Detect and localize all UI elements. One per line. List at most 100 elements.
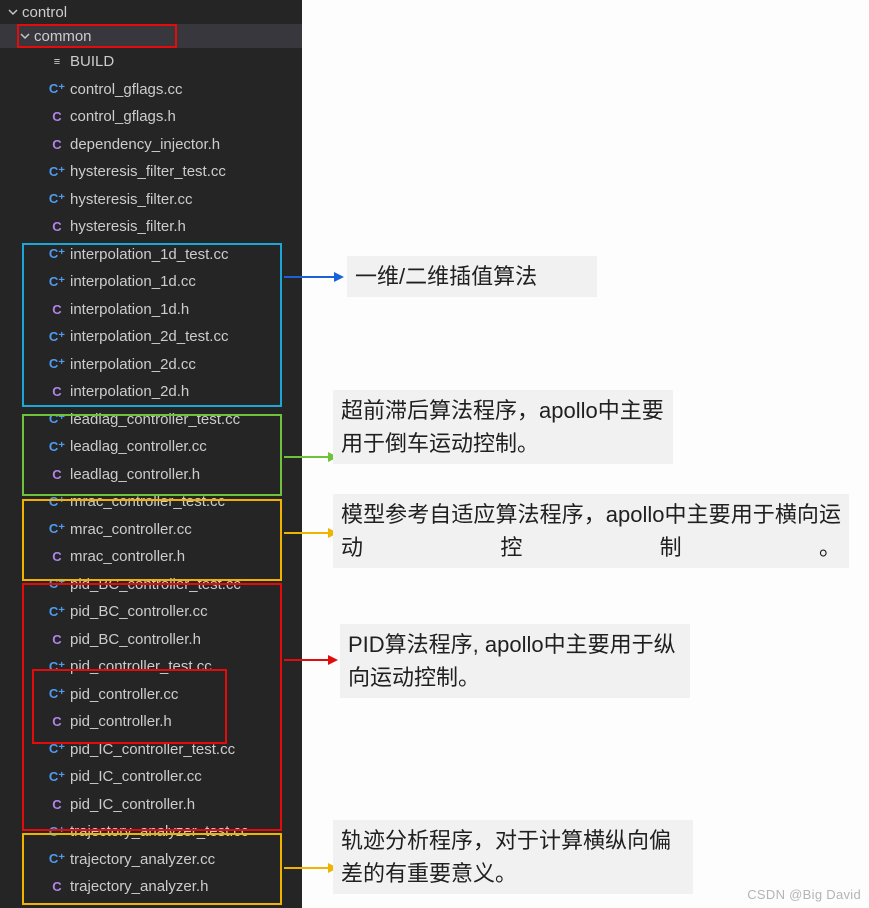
file-row[interactable]: C⁺control_gflags.cc [0, 76, 302, 104]
file-row[interactable]: C⁺interpolation_2d.cc [0, 351, 302, 379]
cpp-icon: C⁺ [48, 411, 66, 427]
file-row[interactable]: C⁺leadlag_controller.cc [0, 433, 302, 461]
file-row[interactable]: Cinterpolation_2d.h [0, 378, 302, 406]
file-row[interactable]: C⁺pid_IC_controller.cc [0, 763, 302, 791]
header-icon: C [48, 879, 66, 894]
file-label: BUILD [70, 53, 114, 70]
build-icon: ≡ [48, 56, 66, 68]
file-label: hysteresis_filter.h [70, 218, 186, 235]
file-row[interactable]: Cpid_controller.h [0, 708, 302, 736]
file-row[interactable]: C⁺mrac_controller.cc [0, 516, 302, 544]
file-label: pid_BC_controller_test.cc [70, 576, 241, 593]
file-row[interactable]: C⁺leadlag_controller_test.cc [0, 406, 302, 434]
file-label: pid_controller.h [70, 713, 172, 730]
cpp-icon: C⁺ [48, 741, 66, 757]
file-label: hysteresis_filter.cc [70, 191, 193, 208]
file-row[interactable]: C⁺interpolation_2d_test.cc [0, 323, 302, 351]
annotation-mrac: 模型参考自适应算法程序，apollo中主要用于横向运动控制。 [333, 494, 849, 568]
chevron-down-icon [6, 5, 20, 19]
file-label: interpolation_1d.h [70, 301, 189, 318]
file-label: interpolation_2d.cc [70, 356, 196, 373]
file-row[interactable]: Cleadlag_controller.h [0, 461, 302, 489]
file-explorer: control common ≡BUILDC⁺control_gflags.cc… [0, 0, 302, 908]
file-row[interactable]: Cpid_BC_controller.h [0, 626, 302, 654]
annotation-leadlag: 超前滞后算法程序，apollo中主要用于倒车运动控制。 [333, 390, 673, 464]
folder-control[interactable]: control [0, 0, 302, 24]
cpp-icon: C⁺ [48, 686, 66, 702]
cpp-icon: C⁺ [48, 191, 66, 207]
file-row[interactable]: C⁺hysteresis_filter.cc [0, 186, 302, 214]
header-icon: C [48, 714, 66, 729]
file-row[interactable]: Ccontrol_gflags.h [0, 103, 302, 131]
file-row[interactable]: C⁺pid_controller_test.cc [0, 653, 302, 681]
file-label: control_gflags.h [70, 108, 176, 125]
cpp-icon: C⁺ [48, 356, 66, 372]
cpp-icon: C⁺ [48, 81, 66, 97]
arrow-mrac [284, 523, 338, 543]
header-icon: C [48, 109, 66, 124]
arrow-pid [284, 650, 338, 670]
file-row[interactable]: C⁺hysteresis_filter_test.cc [0, 158, 302, 186]
chevron-down-icon [18, 29, 32, 43]
file-row[interactable]: Cinterpolation_1d.h [0, 296, 302, 324]
cpp-icon: C⁺ [48, 824, 66, 840]
cpp-icon: C⁺ [48, 576, 66, 592]
file-row[interactable]: C⁺pid_BC_controller.cc [0, 598, 302, 626]
file-row[interactable]: C⁺trajectory_analyzer_test.cc [0, 818, 302, 846]
cpp-icon: C⁺ [48, 246, 66, 262]
file-label: trajectory_analyzer_test.cc [70, 823, 248, 840]
header-icon: C [48, 137, 66, 152]
file-row[interactable]: Chysteresis_filter.h [0, 213, 302, 241]
folder-label: control [22, 4, 67, 21]
file-row[interactable]: C⁺interpolation_1d.cc [0, 268, 302, 296]
file-label: leadlag_controller_test.cc [70, 411, 240, 428]
cpp-icon: C⁺ [48, 494, 66, 510]
arrow-traj [284, 858, 338, 878]
file-row[interactable]: Cmrac_controller.h [0, 543, 302, 571]
file-label: leadlag_controller.cc [70, 438, 207, 455]
file-row[interactable]: C⁺pid_BC_controller_test.cc [0, 571, 302, 599]
file-label: trajectory_analyzer.h [70, 878, 208, 895]
file-row[interactable]: C⁺interpolation_1d_test.cc [0, 241, 302, 269]
file-row[interactable]: Ctrajectory_analyzer.h [0, 873, 302, 901]
file-label: mrac_controller_test.cc [70, 493, 225, 510]
file-label: mrac_controller.cc [70, 521, 192, 538]
file-row[interactable]: C⁺trajectory_analyzer.cc [0, 846, 302, 874]
arrow-interp [284, 267, 344, 287]
file-label: pid_BC_controller.cc [70, 603, 208, 620]
file-label: leadlag_controller.h [70, 466, 200, 483]
header-icon: C [48, 302, 66, 317]
header-icon: C [48, 797, 66, 812]
header-icon: C [48, 632, 66, 647]
annotation-traj: 轨迹分析程序，对于计算横纵向偏差的有重要意义。 [333, 820, 693, 894]
header-icon: C [48, 549, 66, 564]
folder-label: common [34, 28, 92, 45]
file-label: pid_controller.cc [70, 686, 178, 703]
annotation-pid: PID算法程序, apollo中主要用于纵向运动控制。 [340, 624, 690, 698]
header-icon: C [48, 467, 66, 482]
file-label: pid_IC_controller.cc [70, 768, 202, 785]
file-label: interpolation_2d.h [70, 383, 189, 400]
file-row[interactable]: Cdependency_injector.h [0, 131, 302, 159]
folder-common[interactable]: common [0, 24, 302, 48]
annotation-interp: 一维/二维插值算法 [347, 256, 597, 297]
file-row[interactable]: C⁺pid_controller.cc [0, 681, 302, 709]
file-row[interactable]: C⁺pid_IC_controller_test.cc [0, 736, 302, 764]
file-label: interpolation_1d_test.cc [70, 246, 228, 263]
file-label: mrac_controller.h [70, 548, 185, 565]
file-label: interpolation_2d_test.cc [70, 328, 228, 345]
cpp-icon: C⁺ [48, 659, 66, 675]
cpp-icon: C⁺ [48, 851, 66, 867]
file-label: pid_IC_controller.h [70, 796, 195, 813]
file-label: interpolation_1d.cc [70, 273, 196, 290]
cpp-icon: C⁺ [48, 521, 66, 537]
header-icon: C [48, 219, 66, 234]
file-row[interactable]: ≡ BUILD [0, 48, 302, 76]
header-icon: C [48, 384, 66, 399]
file-label: control_gflags.cc [70, 81, 183, 98]
cpp-icon: C⁺ [48, 329, 66, 345]
file-row[interactable]: Cpid_IC_controller.h [0, 791, 302, 819]
file-row[interactable]: C⁺mrac_controller_test.cc [0, 488, 302, 516]
cpp-icon: C⁺ [48, 274, 66, 290]
file-label: trajectory_analyzer.cc [70, 851, 215, 868]
